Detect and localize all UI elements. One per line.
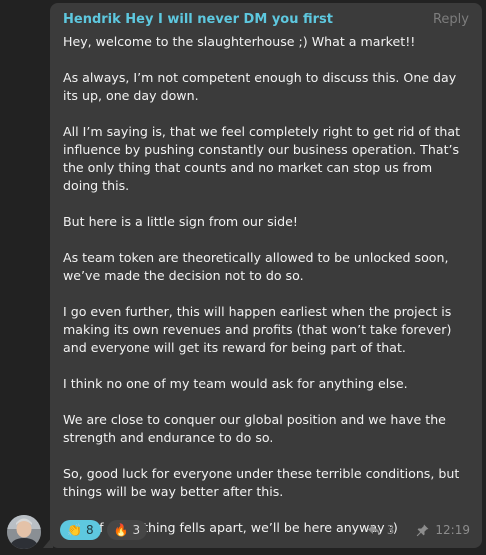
pin-icon[interactable] [416, 524, 429, 537]
reaction-clap[interactable]: 👏 8 [60, 520, 101, 540]
message-paragraph: So, good luck for everyone under these t… [63, 466, 460, 499]
reply-button[interactable]: Reply [433, 12, 469, 27]
message-paragraph: We are close to conquer our global posit… [63, 412, 446, 445]
reaction-count: 8 [85, 523, 94, 537]
sender-name[interactable]: Hendrik Hey I will never DM you first [63, 12, 333, 27]
fire-icon: 🔥 [113, 523, 129, 537]
message-paragraph: Hey, welcome to the slaughterhouse ;) Wh… [63, 34, 416, 49]
message-time: 12:19 [435, 523, 470, 537]
message-text: Hey, welcome to the slaughterhouse ;) Wh… [63, 33, 469, 537]
reply-count[interactable]: 3 [387, 523, 395, 537]
message-paragraph: I think no one of my team would ask for … [63, 376, 408, 391]
clap-icon: 👏 [67, 523, 82, 537]
message-meta: 3 12:19 [367, 523, 470, 537]
avatar-photo-icon [7, 515, 41, 549]
reactions-bar: 👏 8 🔥 3 [60, 520, 148, 540]
chat-view: Hendrik Hey I will never DM you first Re… [0, 0, 486, 555]
reaction-count: 3 [132, 523, 141, 537]
reaction-fire[interactable]: 🔥 3 [106, 520, 148, 540]
message-header: Hendrik Hey I will never DM you first Re… [63, 12, 469, 32]
message-paragraph: I go even further, this will happen earl… [63, 304, 452, 355]
message-paragraph: All I’m saying is, that we feel complete… [63, 124, 461, 193]
message-paragraph: As always, I’m not competent enough to d… [63, 70, 457, 103]
message-footer: 👏 8 🔥 3 3 12:19 [60, 518, 470, 542]
message-bubble[interactable]: Hendrik Hey I will never DM you first Re… [50, 3, 482, 548]
avatar[interactable] [7, 515, 41, 549]
message-paragraph: But here is a little sign from our side! [63, 214, 298, 229]
message-paragraph: As team token are theoretically allowed … [63, 250, 449, 283]
reply-arrow-icon[interactable] [367, 524, 381, 536]
